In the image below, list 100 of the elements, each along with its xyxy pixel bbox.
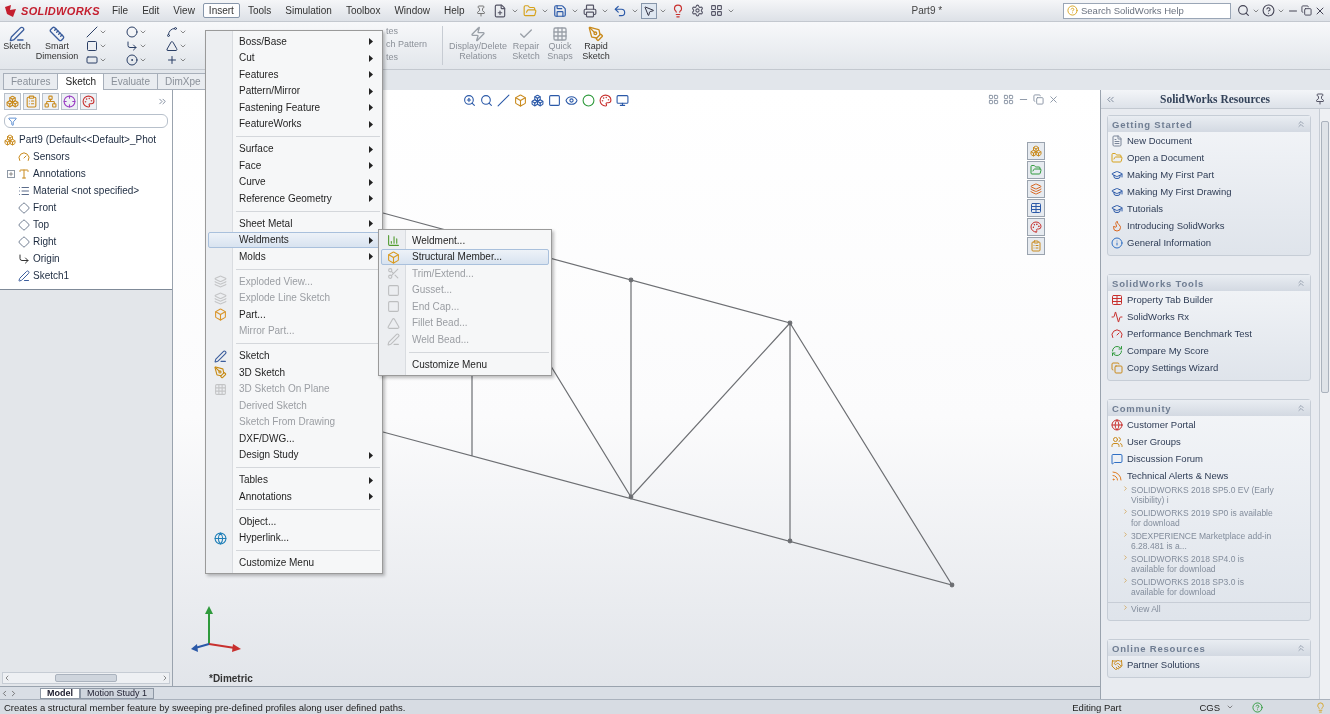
graduation-cap-icon	[1111, 168, 1123, 181]
section-title: SolidWorks Tools	[1112, 277, 1205, 289]
new-file-icon	[492, 3, 507, 18]
resource-link[interactable]: Compare My Score	[1127, 345, 1209, 356]
expand-toggle[interactable]	[7, 169, 15, 178]
menu-item[interactable]: Object...	[208, 513, 380, 530]
menu-item[interactable]: Weldment...	[381, 232, 549, 249]
box-icon	[387, 250, 400, 264]
model-tab[interactable]: Motion Study 1	[80, 687, 155, 699]
menu-item[interactable]: Pattern/Mirror	[208, 82, 380, 99]
resource-link[interactable]: Tutorials	[1127, 203, 1164, 214]
resource-link[interactable]: Open a Document	[1127, 152, 1205, 163]
collapse-button[interactable]	[1296, 643, 1306, 653]
menu-item[interactable]: FeatureWorks	[208, 115, 380, 132]
menu-item[interactable]: Boss/Base	[208, 33, 380, 50]
menu-item[interactable]: Part...	[208, 306, 380, 323]
model-tab[interactable]: Model	[40, 687, 80, 699]
resource-link[interactable]: Partner Solutions	[1127, 659, 1200, 670]
tree-item[interactable]: Right	[33, 236, 57, 247]
resource-link[interactable]: Introducing SolidWorks	[1127, 220, 1225, 231]
menu-item[interactable]: Surface	[208, 140, 380, 157]
submenu-arrow-icon	[369, 162, 373, 169]
menu-bar-item[interactable]: Tools	[241, 3, 278, 18]
menu-item[interactable]: Face	[208, 157, 380, 174]
menu-item[interactable]: Structural Member...	[381, 248, 549, 265]
menu-item[interactable]: Cut	[208, 49, 380, 66]
task-pane-tab[interactable]	[1027, 180, 1045, 198]
menu-item[interactable]: 3D Sketch	[208, 364, 380, 381]
tree-item[interactable]: Sketch1	[33, 270, 70, 281]
toolbar-button[interactable]: Rapid Sketch	[577, 22, 615, 69]
collapse-button[interactable]	[1296, 403, 1306, 413]
cubes-icon	[4, 133, 16, 146]
scrollbar[interactable]	[1319, 109, 1330, 699]
units-selector[interactable]: CGS	[1199, 701, 1220, 713]
handshake-icon	[1111, 658, 1123, 671]
command-tab[interactable]: Sketch	[57, 73, 105, 90]
filter-field[interactable]	[4, 114, 168, 128]
resource-link[interactable]: User Groups	[1127, 436, 1181, 447]
tree-item[interactable]: Front	[33, 202, 57, 213]
text-icon	[18, 167, 30, 180]
scroll-right-icon	[9, 688, 18, 698]
resource-link[interactable]: Discussion Forum	[1127, 453, 1204, 464]
section-title: Online Resources	[1112, 642, 1206, 654]
menu-bar-item[interactable]: Window	[388, 3, 436, 18]
menu-item[interactable]: DXF/DWG...	[208, 430, 380, 447]
menu-item[interactable]: Weldments	[208, 231, 380, 248]
menu-item[interactable]: Tables	[208, 471, 380, 488]
menu-item[interactable]: Sketch	[208, 347, 380, 364]
menu-item[interactable]: Hyperlink...	[208, 529, 380, 546]
menu-item[interactable]: Features	[208, 66, 380, 83]
menu-bar-item[interactable]: File	[106, 3, 135, 18]
menu-item[interactable]: Molds	[208, 248, 380, 265]
menu-item[interactable]: Curve	[208, 173, 380, 190]
collapse-button[interactable]	[1296, 119, 1306, 129]
menu-item[interactable]: Annotations	[208, 488, 380, 505]
menu-item[interactable]: Customize Menu	[208, 554, 380, 571]
sketch-button[interactable]: Sketch	[0, 22, 34, 69]
menu-item[interactable]: Sheet Metal	[208, 215, 380, 232]
pen-icon	[214, 366, 227, 379]
menu-bar-item[interactable]: Simulation	[279, 3, 338, 18]
task-pane-tab[interactable]	[1027, 199, 1045, 217]
resource-link[interactable]: General Information	[1127, 237, 1211, 248]
toolbar-label: ch Pattern	[386, 39, 429, 49]
task-pane-tab[interactable]	[1027, 142, 1045, 160]
tree-item[interactable]: Annotations	[33, 168, 86, 179]
menu-bar-item[interactable]: Help	[438, 3, 471, 18]
resource-link[interactable]: Property Tab Builder	[1127, 294, 1213, 305]
menu-item[interactable]: Reference Geometry	[208, 190, 380, 207]
scrollbar[interactable]	[2, 672, 170, 684]
help-icon	[1252, 701, 1263, 713]
menu-item[interactable]: Design Study	[208, 446, 380, 463]
resource-link[interactable]: New Document	[1127, 135, 1192, 146]
resource-link[interactable]: Customer Portal	[1127, 419, 1196, 430]
document-icon	[1111, 134, 1123, 147]
logo-icon	[4, 4, 18, 17]
menu-item[interactable]: Fastening Feature	[208, 99, 380, 116]
rss-icon	[1111, 469, 1123, 482]
tree-item[interactable]: Origin	[33, 253, 60, 264]
resource-link[interactable]: Copy Settings Wizard	[1127, 362, 1219, 373]
resource-link[interactable]: SolidWorks Rx	[1127, 311, 1190, 322]
tree-item[interactable]: Part9 (Default<<Default>_Phot	[19, 134, 157, 145]
clipboard-icon	[25, 95, 38, 108]
slot-icon	[86, 54, 98, 66]
tree-item[interactable]: Top	[33, 219, 50, 230]
menu-item[interactable]: Customize Menu	[381, 356, 549, 373]
resource-link[interactable]: Making My First Part	[1127, 169, 1215, 180]
tree-item[interactable]: Sensors	[33, 151, 70, 162]
resource-link[interactable]: Making My First Drawing	[1127, 186, 1232, 197]
menu-bar-item[interactable]: Edit	[136, 3, 166, 18]
tree-item[interactable]: Material <not specified>	[33, 185, 140, 196]
menu-bar-item[interactable]: Toolbox	[339, 3, 387, 18]
task-pane-tab[interactable]	[1027, 218, 1045, 236]
menu-bar-item[interactable]: View	[167, 3, 201, 18]
search-field[interactable]: Search SolidWorks Help	[1063, 2, 1231, 19]
resource-link[interactable]: Performance Benchmark Test	[1127, 328, 1252, 339]
smart-dimension-button[interactable]: Smart Dimension	[34, 22, 80, 69]
menu-bar-item[interactable]: Insert	[202, 3, 240, 18]
resource-link[interactable]: Technical Alerts & News	[1127, 470, 1229, 481]
collapse-button[interactable]	[1296, 278, 1306, 288]
search-icon	[480, 94, 493, 107]
